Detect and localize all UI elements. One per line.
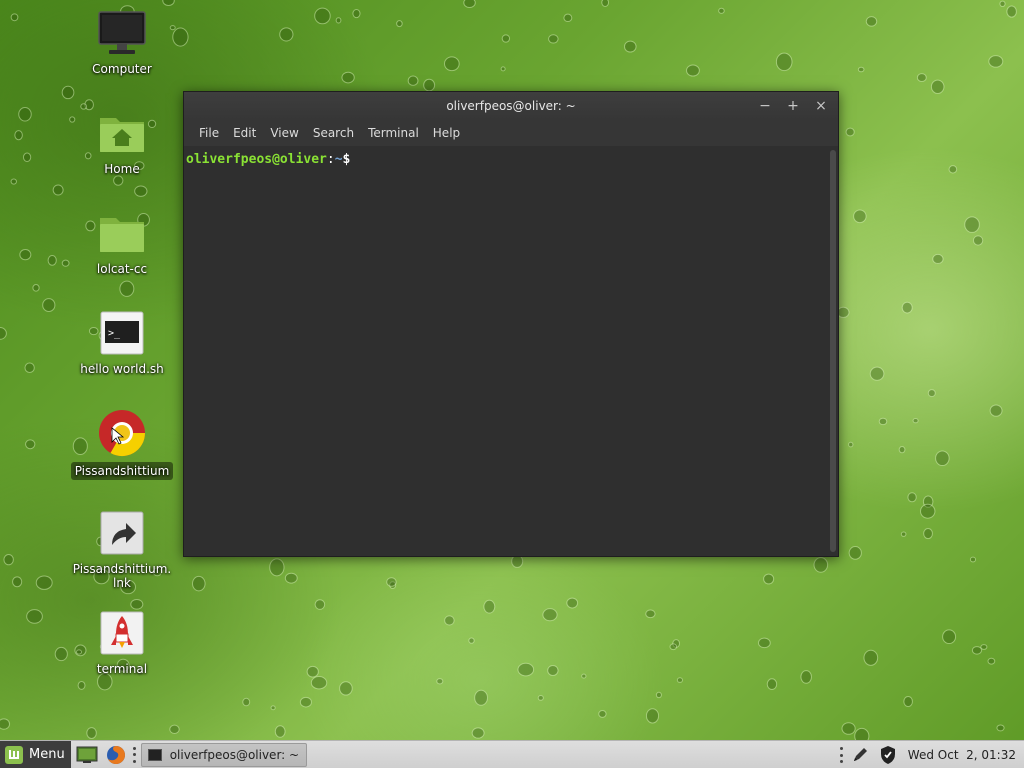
desktop-icon-label: terminal	[96, 662, 148, 676]
menu-view[interactable]: View	[263, 126, 305, 140]
chromium-browser-icon	[97, 408, 147, 458]
shell-prompt: oliverfpeos@oliver:~$	[184, 146, 838, 167]
linux-mint-icon	[5, 745, 23, 764]
system-tray: Wed Oct 2, 01:32	[836, 741, 1024, 768]
taskbar: Menu oliverfpeos@oliver: ~ Wed Oct 2, 01…	[0, 740, 1024, 768]
desktop-icon-computer[interactable]: Computer	[67, 8, 177, 76]
desktop-icon-label: Home	[104, 162, 140, 176]
terminal-body[interactable]: oliverfpeos@oliver:~$	[184, 146, 838, 556]
prompt-user-host: oliverfpeos@oliver	[186, 152, 327, 167]
home-folder-icon	[97, 108, 147, 158]
prompt-symbol: $	[342, 152, 351, 167]
separator-handle	[133, 746, 137, 763]
desktop-icon-lolcat-cc[interactable]: lolcat-cc	[67, 208, 177, 276]
shield-icon[interactable]	[876, 743, 900, 767]
rocket-icon	[97, 608, 147, 658]
menu-help[interactable]: Help	[426, 126, 467, 140]
desktop-icon-pissandshittium-lnk[interactable]: Pissandshittium. lnk	[67, 508, 177, 590]
monitor-icon	[97, 8, 147, 58]
terminal-icon	[147, 748, 162, 761]
terminal-script-icon: >_	[97, 308, 147, 358]
desktop-icon-hello-world-sh[interactable]: >_ hello world.sh	[67, 308, 177, 376]
window-title: oliverfpeos@oliver: ~	[446, 99, 576, 113]
desktop-icon-terminal[interactable]: terminal	[67, 608, 177, 676]
start-menu-button[interactable]: Menu	[0, 740, 71, 768]
desktop-icon-label: Pissandshittium	[70, 462, 174, 480]
minimize-button[interactable]: −	[756, 97, 774, 115]
pen-icon[interactable]	[848, 743, 872, 767]
clock[interactable]: Wed Oct 2, 01:32	[904, 748, 1024, 762]
prompt-path: ~	[334, 152, 343, 167]
desktop-icon-label: hello world.sh	[80, 362, 164, 376]
taskbar-window-terminal[interactable]: oliverfpeos@oliver: ~	[140, 742, 307, 767]
menu-label: Menu	[29, 747, 65, 762]
folder-icon	[97, 208, 147, 258]
separator-handle	[840, 747, 844, 763]
menu-edit[interactable]: Edit	[226, 126, 263, 140]
desktop-icon-pissandshittium[interactable]: Pissandshittium	[67, 408, 177, 480]
desktop-icon-label: Pissandshittium. lnk	[72, 562, 172, 590]
menu-search[interactable]: Search	[306, 126, 361, 140]
desktop-icon-label: Computer	[92, 62, 152, 76]
shortcut-arrow-icon	[97, 508, 147, 558]
show-desktop-icon[interactable]	[74, 743, 100, 767]
taskbar-window-label: oliverfpeos@oliver: ~	[169, 747, 300, 762]
desktop-icon-home[interactable]: Home	[67, 108, 177, 176]
desktop-icon-label: lolcat-cc	[96, 262, 148, 276]
prompt-separator: :	[326, 152, 335, 167]
scrollbar[interactable]	[830, 150, 836, 552]
close-button[interactable]: ×	[812, 97, 830, 115]
terminal-window[interactable]: oliverfpeos@oliver: ~ − + × File Edit Vi…	[183, 91, 839, 557]
firefox-icon[interactable]	[103, 743, 129, 767]
maximize-button[interactable]: +	[784, 97, 802, 115]
window-titlebar[interactable]: oliverfpeos@oliver: ~ − + ×	[184, 92, 838, 120]
menu-bar: File Edit View Search Terminal Help	[184, 120, 838, 146]
menu-terminal[interactable]: Terminal	[361, 126, 426, 140]
menu-file[interactable]: File	[192, 126, 226, 140]
svg-text:>_: >_	[108, 328, 121, 339]
